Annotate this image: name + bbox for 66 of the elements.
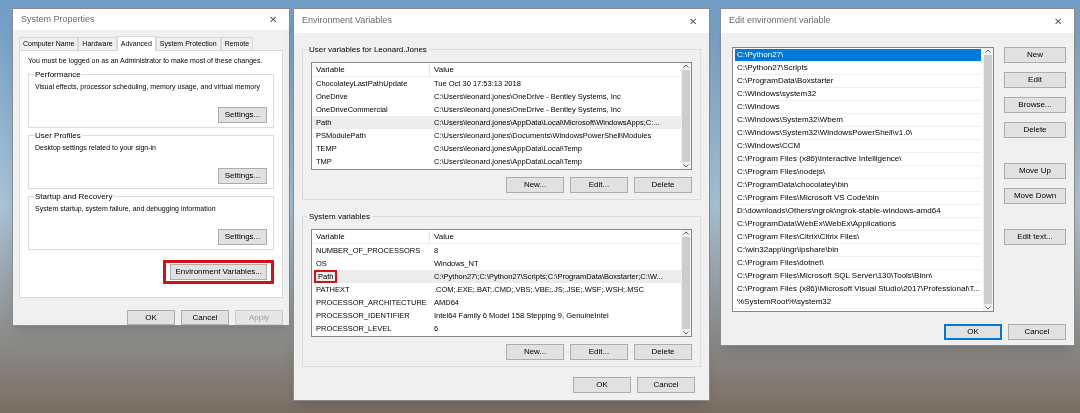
dialog-button[interactable]: Cancel bbox=[1008, 324, 1066, 340]
column-header[interactable]: Value bbox=[430, 63, 454, 76]
path-list-item[interactable]: C:\Windows\System32\WindowsPowerShell\v1.0\ bbox=[735, 127, 981, 140]
scroll-down-icon[interactable] bbox=[985, 306, 991, 310]
list-action-button[interactable]: Move Down bbox=[1004, 188, 1066, 204]
list-action-button[interactable]: Edit bbox=[1004, 72, 1066, 88]
table-action-button[interactable]: Delete bbox=[634, 177, 692, 193]
scroll-up-icon[interactable] bbox=[683, 64, 689, 68]
path-list-item[interactable]: %SystemRoot%\system32 bbox=[735, 296, 981, 309]
path-list-item[interactable]: C:\ProgramData\WebEx\WebEx\Applications bbox=[735, 218, 981, 231]
scrollbar[interactable] bbox=[681, 63, 691, 169]
list-action-button[interactable]: Edit text... bbox=[1004, 229, 1066, 245]
table-action-button[interactable]: Edit... bbox=[570, 344, 628, 360]
close-button[interactable]: ✕ bbox=[1050, 13, 1066, 29]
path-list-item[interactable]: C:\Program Files\Microsoft VS Code\bin bbox=[735, 192, 981, 205]
path-list-item[interactable]: C:\Windows\System32\Wbem bbox=[735, 114, 981, 127]
close-button[interactable]: ✕ bbox=[265, 12, 281, 27]
column-header[interactable]: Variable bbox=[312, 63, 430, 76]
path-list-item[interactable]: C:\Program Files\Citrix\Citrix Files\ bbox=[735, 231, 981, 244]
dialog-button[interactable]: OK bbox=[944, 324, 1002, 340]
environment-variables-button[interactable]: Environment Variables... bbox=[163, 259, 274, 284]
dialog-button[interactable]: OK bbox=[127, 310, 175, 325]
scroll-up-icon[interactable] bbox=[985, 49, 991, 53]
path-list-item[interactable]: C:\Program Files\dotnet\ bbox=[735, 257, 981, 270]
path-list-item[interactable]: D:\downloads\Others\ngrok\ngrok-stable-windows-amd64 bbox=[735, 205, 981, 218]
scroll-thumb[interactable] bbox=[682, 237, 690, 329]
path-list-item[interactable]: C:\Program Files (x86)\Interactive Intelligence\ bbox=[735, 153, 981, 166]
window-title: Environment Variables bbox=[302, 14, 392, 28]
path-list-item[interactable]: C:\Python27\Scripts bbox=[735, 62, 981, 75]
scroll-down-icon[interactable] bbox=[683, 164, 689, 168]
path-list-item[interactable]: C:\win32app\ingr\ipshare\bin bbox=[735, 244, 981, 257]
dialog-button[interactable]: OK bbox=[573, 377, 631, 393]
scrollbar[interactable] bbox=[983, 48, 993, 311]
scroll-down-icon[interactable] bbox=[683, 331, 689, 335]
window-title: Edit environment variable bbox=[729, 14, 831, 28]
settings-button[interactable]: Settings... bbox=[218, 106, 267, 123]
path-list-item[interactable]: C:\ProgramData\chocolatey\bin bbox=[735, 179, 981, 192]
column-header[interactable]: Variable bbox=[312, 230, 430, 243]
column-header[interactable]: Value bbox=[430, 230, 454, 243]
dialog-button[interactable]: Cancel bbox=[637, 377, 695, 393]
list-action-button[interactable]: New bbox=[1004, 47, 1066, 63]
group-title: System variables bbox=[307, 211, 372, 223]
path-list-item[interactable]: C:\Program Files (x86)\Microsoft Visual Studio\2017\Professional\T... bbox=[735, 283, 981, 296]
path-list-item[interactable]: C:\Python27\ bbox=[735, 49, 981, 62]
scroll-thumb[interactable] bbox=[984, 55, 992, 304]
close-button[interactable]: ✕ bbox=[685, 13, 701, 29]
path-list-item[interactable]: C:\Program Files\Microsoft SQL Server\130\Tools\Binn\ bbox=[735, 270, 981, 283]
path-list-item[interactable]: C:\Windows\system32 bbox=[735, 88, 981, 101]
list-action-button[interactable]: Browse... bbox=[1004, 97, 1066, 113]
settings-button[interactable]: Settings... bbox=[218, 167, 267, 184]
list-action-button[interactable]: Move Up bbox=[1004, 163, 1066, 179]
scrollbar[interactable] bbox=[681, 230, 691, 336]
scroll-up-icon[interactable] bbox=[683, 231, 689, 235]
path-list-item[interactable]: C:\Windows bbox=[735, 101, 981, 114]
path-list-item[interactable]: C:\ProgramData\Boxstarter bbox=[735, 75, 981, 88]
table-action-button[interactable]: New... bbox=[506, 344, 564, 360]
table-action-button[interactable]: Edit... bbox=[570, 177, 628, 193]
table-action-button[interactable]: Delete bbox=[634, 344, 692, 360]
list-action-button[interactable]: Delete bbox=[1004, 122, 1066, 138]
scroll-thumb[interactable] bbox=[682, 70, 690, 162]
table-action-button[interactable]: New... bbox=[506, 177, 564, 193]
path-list-item[interactable]: C:\Program Files\nodejs\ bbox=[735, 166, 981, 179]
path-list-item[interactable]: C:\Windows\CCM bbox=[735, 140, 981, 153]
window-title: System Properties bbox=[21, 12, 95, 26]
settings-button[interactable]: Settings... bbox=[218, 228, 267, 245]
dialog-button[interactable]: Cancel bbox=[181, 310, 229, 325]
